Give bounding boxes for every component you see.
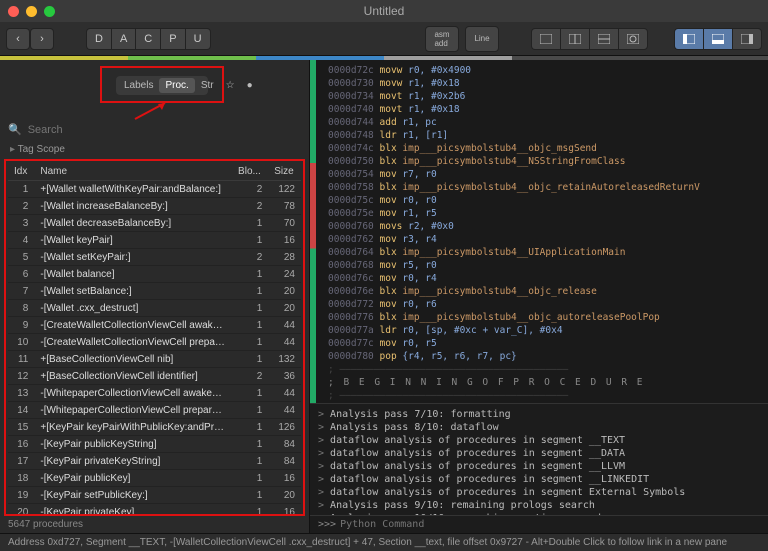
line-wrap-icon[interactable]: Line — [465, 26, 499, 52]
filter-tabs: LabelsProc.Str☆● — [116, 76, 208, 95]
table-row[interactable]: 19-[KeyPair setPublicKey:]120 — [8, 487, 301, 504]
table-row[interactable]: 5-[Wallet setKeyPair:]228 — [8, 249, 301, 266]
table-row[interactable]: 12+[BaseCollectionViewCell identifier]23… — [8, 368, 301, 385]
filter-tab-1[interactable]: Proc. — [159, 78, 194, 93]
asm-add-icon[interactable]: asmadd — [425, 26, 459, 52]
view-3-button[interactable] — [589, 28, 618, 50]
nav-forward-button[interactable]: › — [30, 28, 54, 50]
filter-tab-2[interactable]: Str — [195, 78, 220, 93]
console-input[interactable] — [340, 519, 760, 530]
table-row[interactable]: 10-[CreateWalletCollectionViewCell prepa… — [8, 334, 301, 351]
disasm-gutter — [310, 60, 316, 403]
mode-button-group: DACPU — [86, 28, 211, 50]
column-header[interactable]: Blo... — [232, 163, 268, 181]
status-bar: Address 0xd727, Segment __TEXT, -[Wallet… — [0, 533, 768, 551]
mode-button-c[interactable]: C — [135, 28, 160, 50]
table-row[interactable]: 15+[KeyPair keyPairWithPublicKey:andPriv… — [8, 419, 301, 436]
console-output[interactable]: Analysis pass 7/10: formattingAnalysis p… — [310, 404, 768, 515]
layout-panel-group — [674, 28, 762, 50]
right-panel: 0000d72c movw r0, #0x49000000d730 movw r… — [310, 60, 768, 533]
titlebar: Untitled — [0, 0, 768, 22]
sidebar-right-toggle[interactable] — [732, 28, 762, 50]
column-header[interactable]: Name — [34, 163, 232, 181]
disassembly-view[interactable]: 0000d72c movw r0, #0x49000000d730 movw r… — [310, 60, 768, 403]
table-row[interactable]: 1+[Wallet walletWithKeyPair:andBalance:]… — [8, 181, 301, 198]
view-2-button[interactable] — [560, 28, 589, 50]
mode-button-u[interactable]: U — [185, 28, 211, 50]
table-row[interactable]: 4-[Wallet keyPair]116 — [8, 232, 301, 249]
table-row[interactable]: 9-[CreateWalletCollectionViewCell awakeF… — [8, 317, 301, 334]
nav-group: ‹ › — [6, 28, 54, 50]
table-row[interactable]: 16-[KeyPair publicKeyString]184 — [8, 436, 301, 453]
table-row[interactable]: 18-[KeyPair publicKey]116 — [8, 470, 301, 487]
table-row[interactable]: 7-[Wallet setBalance:]120 — [8, 283, 301, 300]
mode-button-a[interactable]: A — [111, 28, 135, 50]
view-switch-group — [531, 28, 648, 50]
column-header[interactable]: Idx — [8, 163, 34, 181]
filter-tab-4[interactable]: ● — [241, 78, 259, 93]
console-panel: Analysis pass 7/10: formattingAnalysis p… — [310, 403, 768, 533]
table-row[interactable]: 8-[Wallet .cxx_destruct]120 — [8, 300, 301, 317]
table-row[interactable]: 11+[BaseCollectionViewCell nib]1132 — [8, 351, 301, 368]
filter-tabs-highlight: LabelsProc.Str☆● — [100, 66, 224, 103]
left-panel: LabelsProc.Str☆● 🔍 Tag Scope IdxNameBlo.… — [0, 60, 310, 533]
annotation-arrow — [0, 105, 309, 119]
view-1-button[interactable] — [531, 28, 560, 50]
console-prompt: >>> — [318, 519, 336, 530]
column-header[interactable]: Size — [268, 163, 301, 181]
console-input-row: >>> — [310, 515, 768, 533]
filter-tab-0[interactable]: Labels — [118, 78, 159, 93]
window-title: Untitled — [0, 4, 768, 18]
table-row[interactable]: 13-[WhitepaperCollectionViewCell awakeFr… — [8, 385, 301, 402]
table-row[interactable]: 20-[KeyPair privateKey]116 — [8, 504, 301, 517]
search-input[interactable] — [28, 124, 301, 136]
filter-tab-3[interactable]: ☆ — [220, 78, 241, 93]
table-row[interactable]: 17-[KeyPair privateKeyString]184 — [8, 453, 301, 470]
procedures-table-highlight: IdxNameBlo...Size 1+[Wallet walletWithKe… — [4, 159, 305, 516]
mode-button-d[interactable]: D — [86, 28, 111, 50]
table-row[interactable]: 14-[WhitepaperCollectionViewCell prepare… — [8, 402, 301, 419]
nav-back-button[interactable]: ‹ — [6, 28, 30, 50]
sidebar-bottom-toggle[interactable] — [703, 28, 732, 50]
procedures-table[interactable]: IdxNameBlo...Size 1+[Wallet walletWithKe… — [8, 163, 301, 516]
search-icon: 🔍 — [8, 123, 22, 136]
toolbar: ‹ › DACPU asmadd Line — [0, 22, 768, 56]
procedure-count: 5647 procedures — [0, 516, 309, 533]
table-row[interactable]: 3-[Wallet decreaseBalanceBy:]170 — [8, 215, 301, 232]
view-4-button[interactable] — [618, 28, 648, 50]
mode-button-p[interactable]: P — [160, 28, 184, 50]
tag-scope-row[interactable]: Tag Scope — [0, 140, 309, 159]
sidebar-left-toggle[interactable] — [674, 28, 703, 50]
table-row[interactable]: 6-[Wallet balance]124 — [8, 266, 301, 283]
table-row[interactable]: 2-[Wallet increaseBalanceBy:]278 — [8, 198, 301, 215]
